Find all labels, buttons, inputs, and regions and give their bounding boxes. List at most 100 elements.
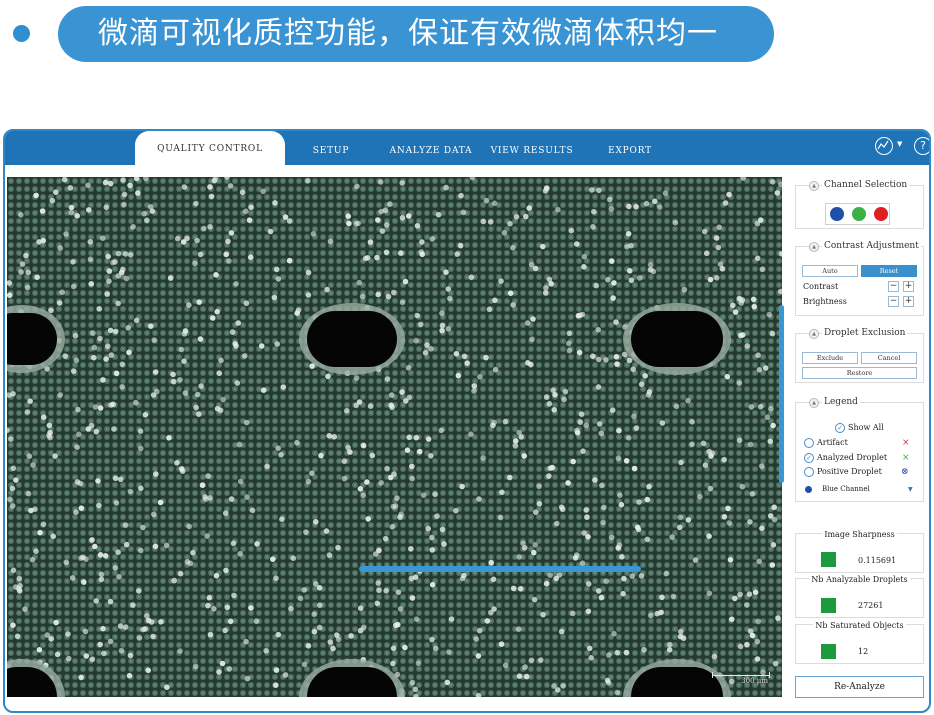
bright-droplet [144, 217, 150, 224]
bright-droplet [25, 269, 32, 276]
channel-green[interactable] [852, 207, 866, 221]
bright-droplet [107, 638, 114, 645]
horizontal-scrollbar[interactable] [359, 566, 641, 572]
tab-setup[interactable]: SETUP [303, 131, 359, 165]
bright-droplet [364, 255, 371, 261]
tab-view-results[interactable]: VIEW RESULTS [488, 131, 576, 165]
bright-droplet [344, 407, 350, 414]
channel-blue[interactable] [830, 207, 844, 221]
bright-droplet [357, 486, 364, 492]
bright-droplet [713, 235, 720, 241]
channel-red[interactable] [874, 207, 888, 221]
top-nav-bar: QUALITY CONTROL SETUP ANALYZE DATA VIEW … [5, 131, 929, 165]
auto-button[interactable]: Auto [802, 265, 858, 277]
bright-droplet [501, 230, 508, 236]
bright-droplet [409, 463, 415, 470]
bright-droplet [585, 534, 591, 540]
bright-droplet [341, 475, 348, 482]
bright-droplet [36, 647, 43, 653]
bright-droplet [301, 587, 307, 593]
vertical-scrollbar[interactable] [779, 305, 784, 483]
bright-droplet [486, 306, 493, 313]
brightness-minus-button[interactable]: − [888, 296, 899, 307]
tab-export[interactable]: EXPORT [602, 131, 658, 165]
bright-droplet [391, 471, 397, 477]
help-icon[interactable]: ? [914, 137, 929, 155]
exclude-button[interactable]: Exclude [802, 352, 858, 364]
bright-droplet [583, 507, 589, 513]
bright-droplet [603, 357, 609, 363]
bright-droplet [348, 633, 354, 639]
bright-droplet [398, 250, 404, 256]
chevron-down-icon[interactable]: ▼ [908, 486, 913, 493]
scale-bar: 300 µm [712, 672, 770, 687]
contrast-minus-button[interactable]: − [888, 281, 899, 292]
bright-droplet [613, 319, 619, 325]
bright-droplet [627, 268, 633, 274]
bright-droplet [515, 626, 522, 632]
bright-droplet [205, 473, 211, 479]
bright-droplet [286, 218, 293, 224]
show-all-check-icon[interactable]: ✓ [835, 423, 845, 433]
bright-droplet [390, 503, 397, 510]
collapse-icon[interactable]: ▲ [809, 329, 819, 339]
bright-droplet [619, 554, 625, 560]
bright-droplet [166, 435, 172, 441]
bright-droplet [608, 206, 615, 212]
bright-droplet [223, 251, 229, 258]
bright-droplet [227, 618, 234, 625]
bright-droplet [492, 366, 499, 373]
bright-droplet [459, 483, 465, 490]
cancel-button[interactable]: Cancel [861, 352, 917, 364]
chart-user-icon[interactable] [875, 137, 893, 155]
brightness-label: Brightness [803, 297, 847, 306]
bright-droplet [34, 274, 40, 280]
bright-droplet [138, 547, 144, 554]
bright-droplet [70, 368, 77, 374]
channel-dropdown[interactable]: Blue Channel [822, 485, 870, 493]
droplet-image[interactable] [7, 177, 782, 697]
restore-button[interactable]: Restore [802, 367, 917, 379]
bright-droplet [546, 401, 553, 407]
bright-droplet [50, 533, 56, 540]
bright-droplet [512, 443, 519, 449]
artifact-radio[interactable] [804, 438, 814, 448]
brightness-plus-button[interactable]: + [903, 296, 914, 307]
bright-droplet [429, 636, 435, 643]
bright-droplet [643, 200, 650, 207]
collapse-icon[interactable]: ▲ [809, 242, 819, 252]
bright-droplet [92, 404, 99, 410]
contrast-plus-button[interactable]: + [903, 281, 914, 292]
bright-droplet [551, 407, 557, 413]
bright-droplet [685, 397, 691, 404]
bright-droplet [615, 455, 622, 462]
re-analyze-button[interactable]: Re-Analyze [795, 676, 924, 698]
collapse-icon[interactable]: ▲ [809, 181, 819, 191]
tab-analyze-data[interactable]: ANALYZE DATA [385, 131, 477, 165]
bright-droplet [490, 422, 496, 429]
bright-droplet [382, 535, 389, 542]
bright-droplet [532, 265, 539, 272]
show-all-label[interactable]: Show All [848, 423, 884, 432]
bright-droplet [614, 361, 620, 367]
bright-droplet [61, 177, 68, 183]
collapse-icon[interactable]: ▲ [809, 398, 819, 408]
bright-droplet [193, 404, 199, 411]
bright-droplet [213, 572, 220, 579]
positive-droplet-radio[interactable] [804, 467, 814, 477]
bright-droplet [385, 293, 392, 300]
bright-droplet [127, 652, 134, 659]
bright-droplet [603, 578, 610, 584]
bright-droplet [711, 653, 718, 660]
status-square-icon [821, 552, 836, 567]
analyzed-droplet-check-icon[interactable]: ✓ [804, 453, 814, 463]
droplet-image-viewer[interactable]: 300 µm [7, 177, 782, 697]
bright-droplet [23, 252, 29, 259]
bright-droplet [677, 524, 683, 531]
chevron-down-icon[interactable]: ▼ [897, 140, 902, 148]
reset-button[interactable]: Reset [861, 265, 917, 277]
bright-droplet [214, 405, 221, 412]
bright-droplet [123, 541, 130, 548]
bright-droplet [637, 275, 643, 281]
tab-quality-control[interactable]: QUALITY CONTROL [135, 131, 285, 165]
